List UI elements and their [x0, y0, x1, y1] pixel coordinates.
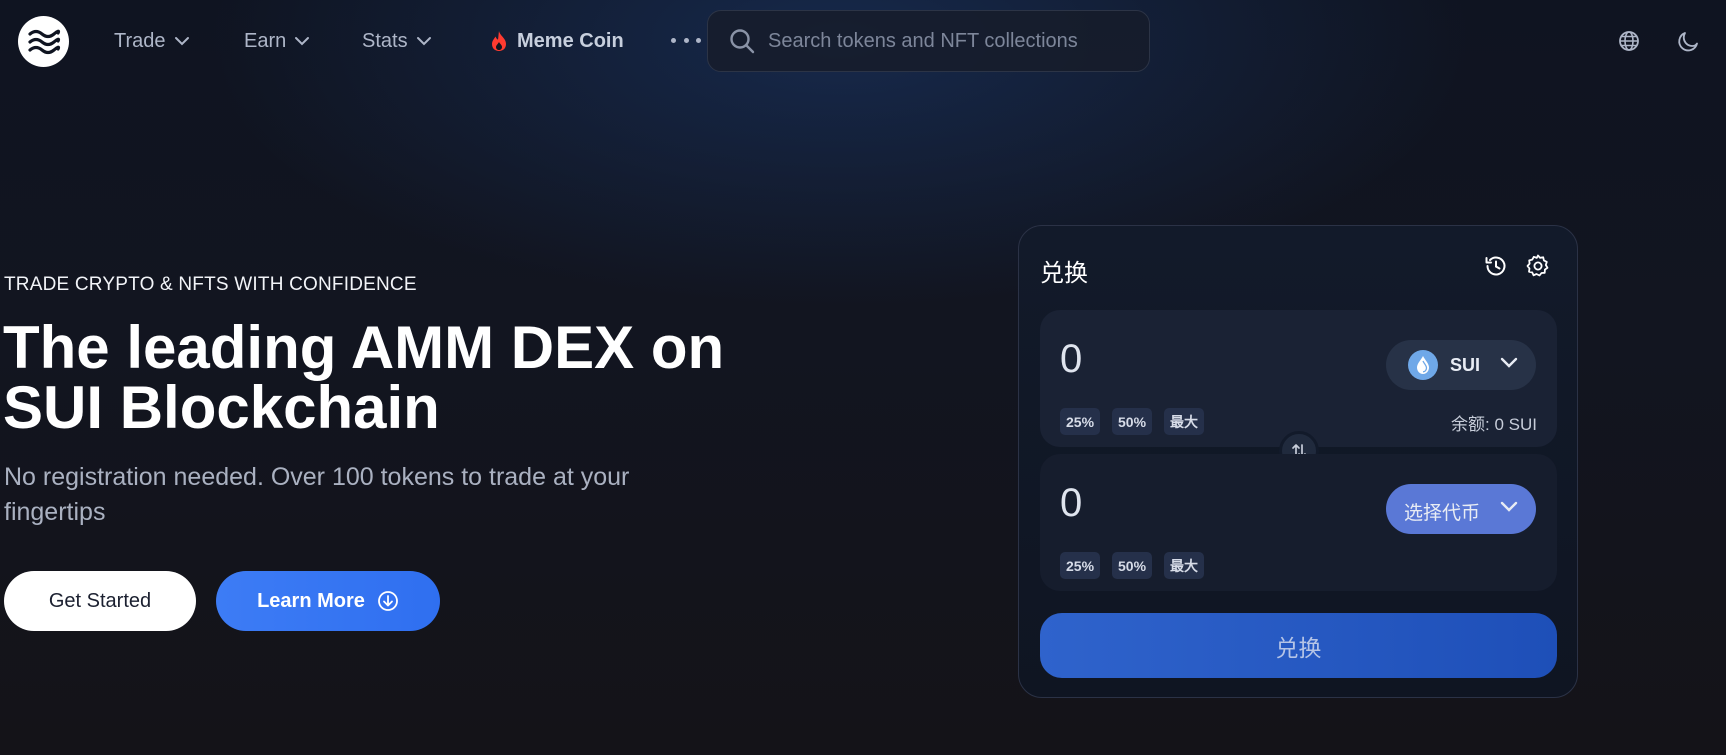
from-token-name: SUI	[1450, 355, 1481, 375]
to-pct-25[interactable]: 25%	[1060, 552, 1101, 579]
history-icon[interactable]	[1482, 252, 1510, 280]
moon-icon[interactable]	[1674, 26, 1704, 56]
from-balance: 余额: 0 SUI	[1451, 415, 1537, 434]
globe-icon[interactable]	[1614, 26, 1644, 56]
hero-subtitle-line1: No registration needed. Over 100 tokens …	[4, 463, 630, 491]
nav-stats[interactable]: Stats	[362, 26, 432, 56]
select-token-label: 选择代币	[1404, 503, 1481, 524]
swap-title: 兑换	[1040, 260, 1088, 287]
swap-submit-button[interactable]: 兑换	[1040, 613, 1557, 678]
chevron-down-icon	[1500, 501, 1518, 512]
hero-title-line1: The leading AMM DEX on	[3, 314, 725, 381]
to-pct-max[interactable]: 最大	[1164, 552, 1204, 579]
from-pct-25[interactable]: 25%	[1060, 408, 1101, 435]
to-amount-input[interactable]	[1060, 478, 1360, 528]
from-pct-max[interactable]: 最大	[1164, 408, 1204, 435]
hero-subtitle-line2: fingertips	[4, 498, 106, 526]
settings-gear-icon[interactable]	[1524, 252, 1552, 280]
search-bar[interactable]	[707, 10, 1150, 72]
to-pct-50[interactable]: 50%	[1112, 552, 1153, 579]
nav-trade[interactable]: Trade	[114, 26, 190, 56]
search-icon	[730, 29, 755, 54]
chevron-down-icon	[1500, 357, 1518, 368]
fire-icon	[492, 31, 506, 51]
nav-stats-label: Stats	[362, 29, 408, 52]
nav-earn[interactable]: Earn	[244, 26, 310, 56]
swap-from-panel: SUI 25% 50% 最大 余额: 0 SUI	[1040, 310, 1557, 447]
chevron-down-icon	[174, 37, 189, 46]
hero-eyebrow: TRADE CRYPTO & NFTS WITH CONFIDENCE	[4, 274, 417, 295]
search-input[interactable]	[768, 11, 1138, 71]
nav-earn-label: Earn	[244, 29, 287, 52]
arrow-down-circle-icon	[378, 591, 398, 611]
top-navbar: Trade Earn Stats Meme Coin	[0, 0, 1726, 82]
hero-title-line2: SUI Blockchain	[3, 374, 440, 441]
waves-logo-icon	[27, 29, 60, 54]
hero-subtitle: No registration needed. Over 100 tokens …	[4, 460, 724, 530]
swap-card: 兑换 SUI 25% 50% 最大 余额: 0 SUI	[1018, 225, 1578, 698]
chevron-down-icon	[416, 37, 431, 46]
from-pct-50[interactable]: 50%	[1112, 408, 1153, 435]
learn-more-button[interactable]: Learn More	[216, 571, 440, 631]
more-dots-icon[interactable]	[671, 30, 701, 50]
get-started-label: Get Started	[48, 589, 152, 612]
cetus-logo[interactable]	[18, 16, 69, 67]
nav-meme-coin[interactable]: Meme Coin	[489, 26, 624, 56]
swap-submit-label: 兑换	[1275, 634, 1322, 661]
nav-meme-label: Meme Coin	[517, 29, 624, 52]
from-token-select[interactable]: SUI	[1386, 340, 1536, 390]
nav-trade-label: Trade	[114, 29, 166, 52]
from-amount-input[interactable]	[1060, 334, 1360, 384]
get-started-button[interactable]: Get Started	[4, 571, 196, 631]
chevron-down-icon	[295, 37, 310, 46]
to-token-select[interactable]: 选择代币	[1386, 484, 1536, 534]
learn-more-label: Learn More	[257, 589, 365, 612]
sui-droplet-icon	[1408, 350, 1438, 380]
swap-to-panel: 选择代币 25% 50% 最大	[1040, 454, 1557, 591]
hero-title: The leading AMM DEX on SUI Blockchain	[3, 318, 803, 438]
